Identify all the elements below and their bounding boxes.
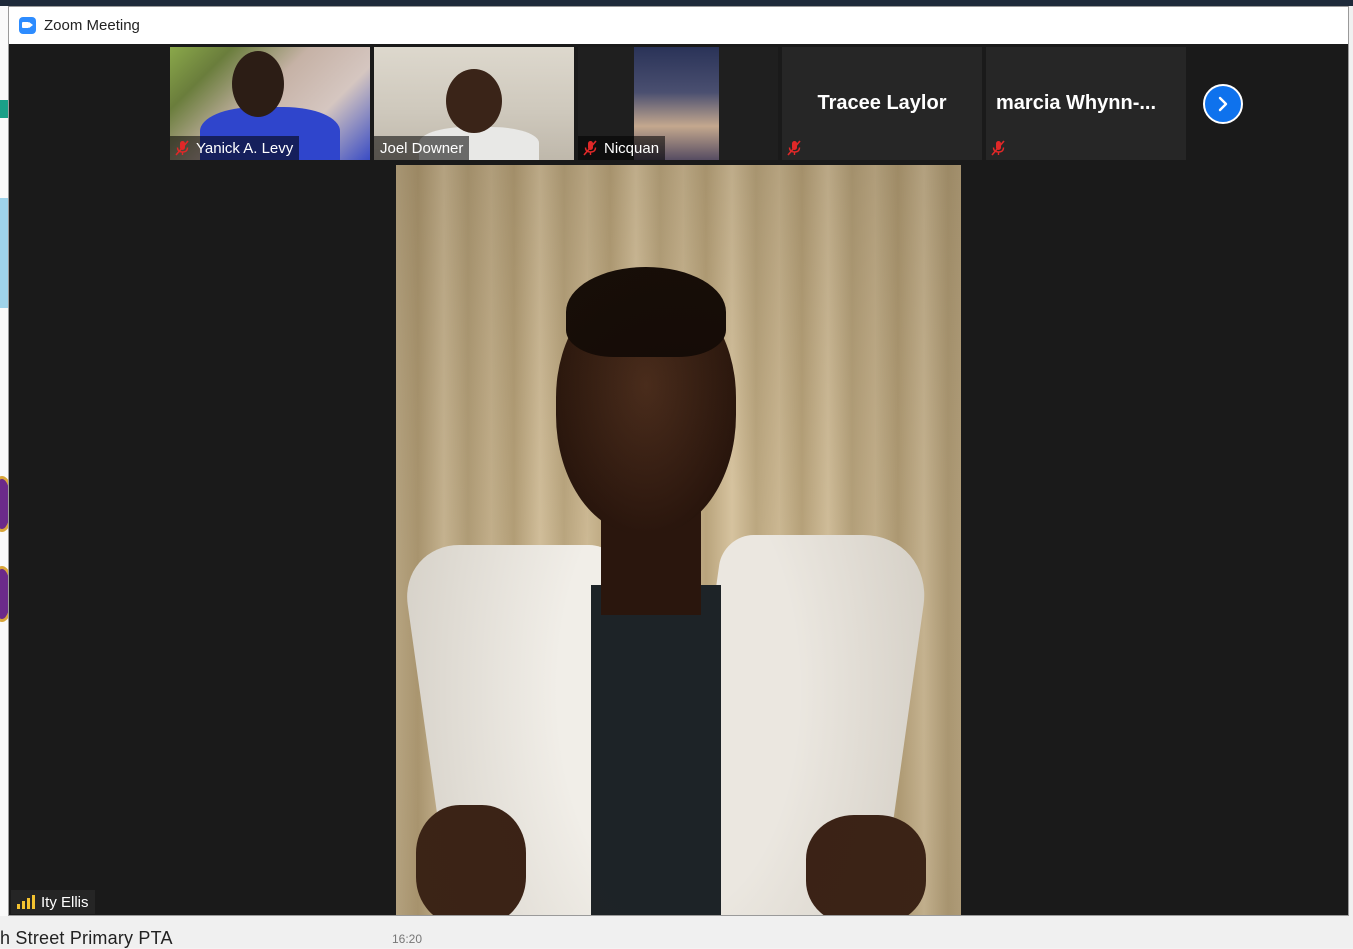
zoom-logo-icon [19,17,36,34]
microphone-muted-icon [990,140,1006,156]
active-speaker-name-tag: Ity Ellis [11,890,95,914]
participant-name: marcia Whynn-... [996,92,1157,114]
microphone-muted-icon [174,140,190,156]
window-titlebar[interactable]: Zoom Meeting [9,7,1348,44]
participant-tile[interactable]: Joel Downer [374,47,574,160]
participant-name-tag: Joel Downer [374,136,470,160]
participant-name: Nicquan [604,139,660,157]
background-accent [0,100,8,118]
signal-bars-icon [17,895,35,909]
microphone-muted-icon [582,140,598,156]
background-chat-time: 16:20 [392,932,423,946]
zoom-meeting-window: Zoom Meeting Yanick A. Levy Joel Downer [8,6,1349,916]
speaker-video-shading [396,165,961,915]
participant-tile[interactable]: Yanick A. Levy [170,47,370,160]
next-page-button[interactable] [1203,84,1243,124]
participant-video [232,51,284,117]
participant-name: Yanick A. Levy [196,139,294,157]
participant-name: Tracee Laylor [817,92,947,114]
meeting-content: Yanick A. Levy Joel Downer Nicquan Trace… [9,44,1348,915]
participant-tile[interactable]: marcia Whynn-... [986,47,1186,160]
participant-name-tag: Nicquan [578,136,666,160]
active-speaker-video[interactable] [396,165,961,915]
participant-name: Joel Downer [380,139,464,157]
active-speaker-name: Ity Ellis [41,893,89,911]
participant-name-tag: Yanick A. Levy [170,136,300,160]
background-accent [0,198,8,308]
chevron-right-icon [1218,96,1228,112]
participant-video [446,69,502,133]
participant-tile[interactable]: Nicquan [578,47,778,160]
participant-tile[interactable]: Tracee Laylor [782,47,982,160]
background-chat-title[interactable]: h Street Primary PTA [0,928,173,949]
window-title: Zoom Meeting [44,17,140,34]
microphone-muted-icon [786,140,802,156]
